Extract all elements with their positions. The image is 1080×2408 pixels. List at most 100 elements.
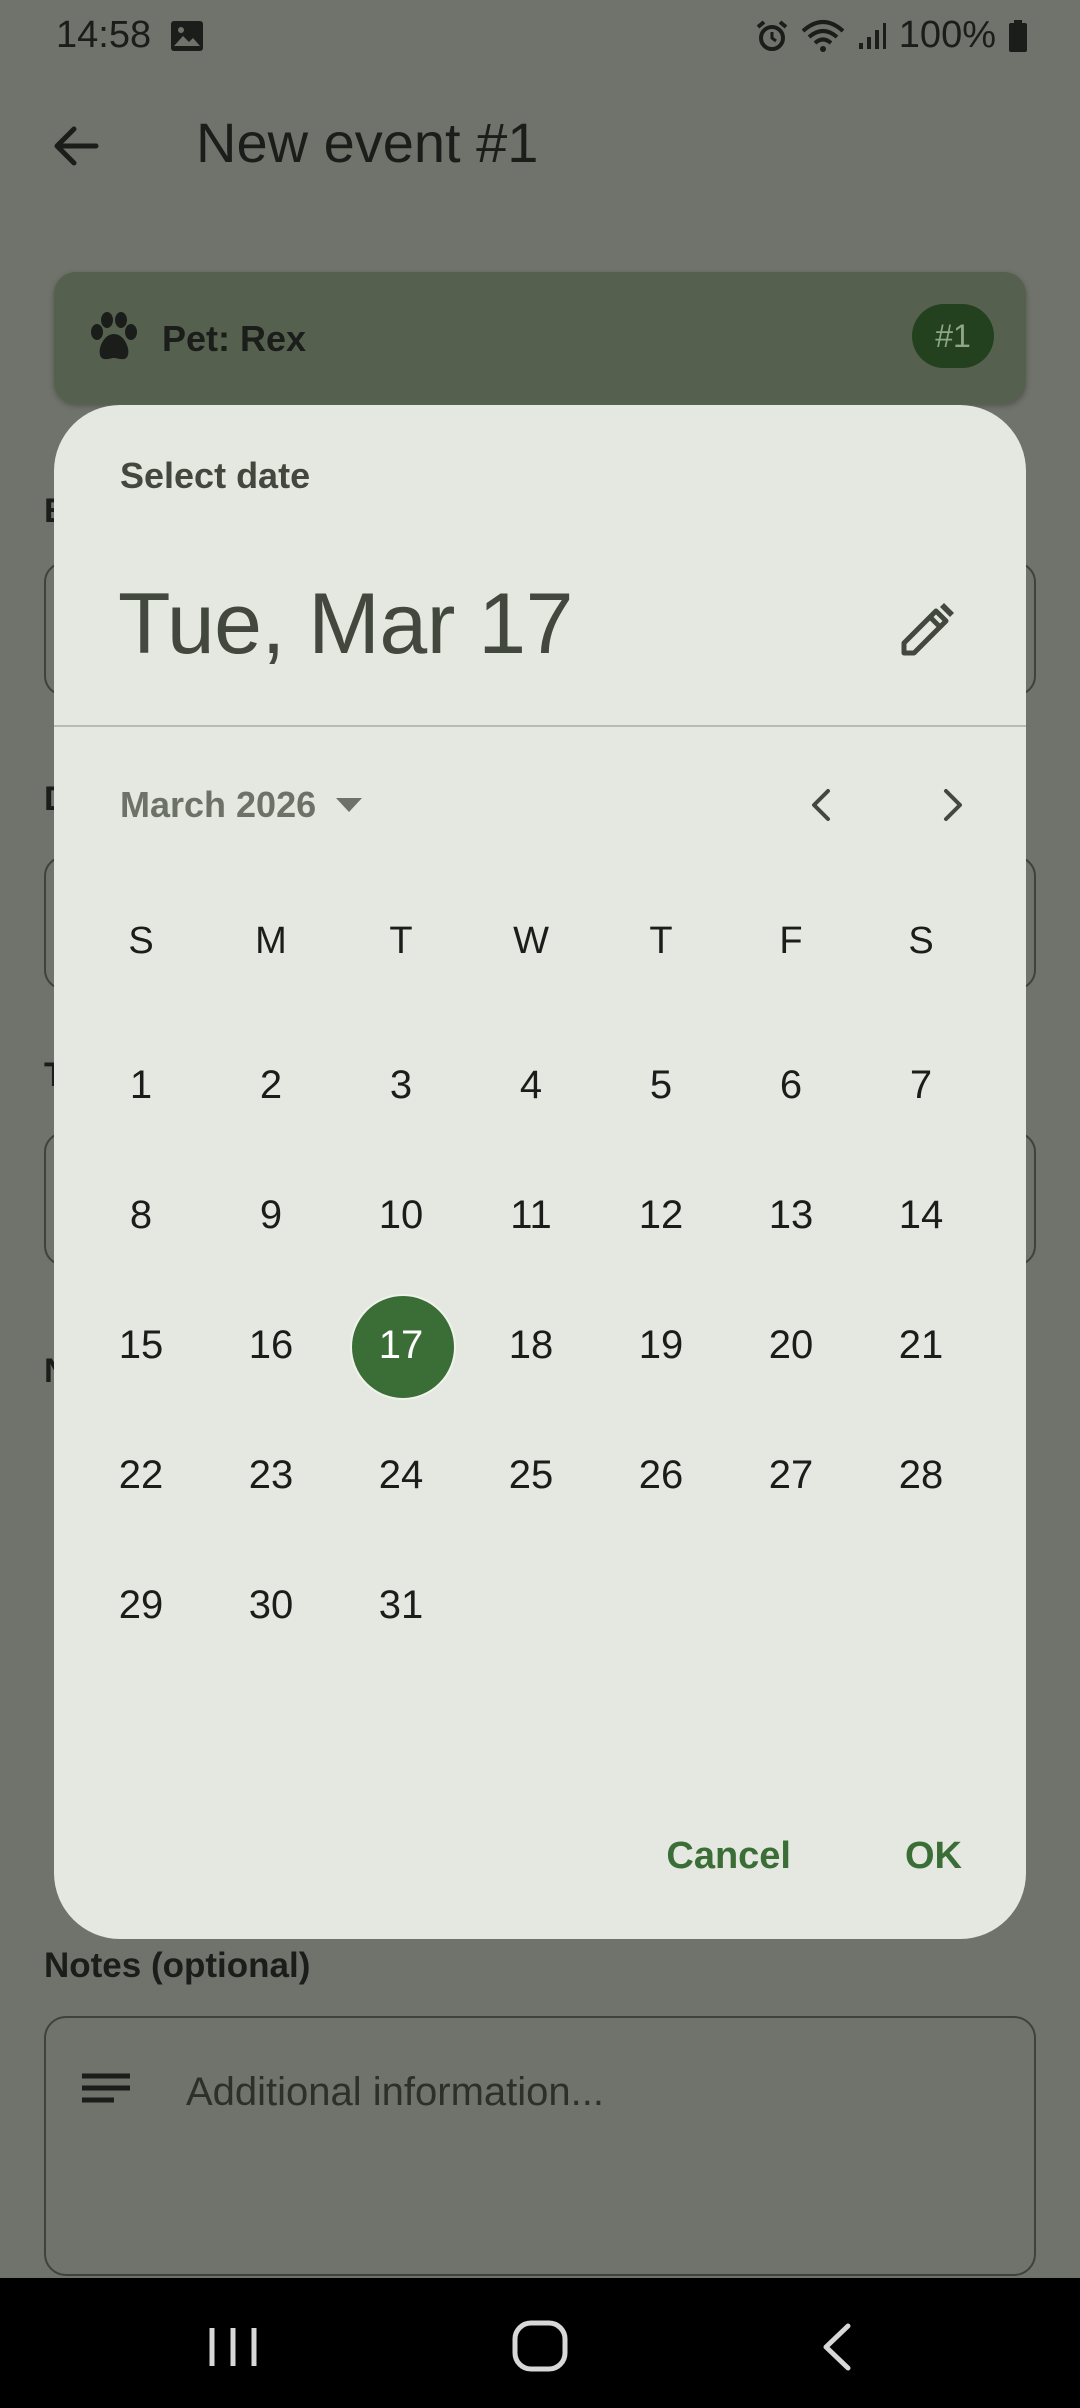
pet-card[interactable]: Pet: Rex #1 [54, 272, 1026, 404]
weekday-label: S [128, 919, 154, 962]
navigation-bar [0, 2278, 1080, 2408]
calendar-day[interactable]: 1 [76, 1020, 206, 1150]
cancel-button[interactable]: Cancel [666, 1835, 791, 1878]
calendar-day[interactable]: 10 [336, 1150, 466, 1280]
calendar-day-number: 21 [898, 1322, 944, 1367]
calendar-day-number: 3 [389, 1062, 413, 1107]
home-icon[interactable] [510, 2318, 570, 2374]
calendar-day-number: 1 [129, 1062, 153, 1107]
app-bar: New event #1 [0, 90, 1080, 190]
calendar-day[interactable]: 28 [856, 1410, 986, 1540]
next-month-icon[interactable] [920, 773, 984, 837]
calendar-day[interactable]: 13 [726, 1150, 856, 1280]
calendar-day[interactable]: 19 [596, 1280, 726, 1410]
calendar-day[interactable]: 9 [206, 1150, 336, 1280]
calendar-day-number: 16 [248, 1322, 294, 1367]
calendar-day-number: 17 [378, 1322, 424, 1367]
weekday-label: F [779, 919, 803, 962]
recents-icon[interactable] [206, 2322, 260, 2372]
calendar-day[interactable]: 22 [76, 1410, 206, 1540]
calendar-day[interactable]: 29 [76, 1540, 206, 1670]
calendar-day-number: 5 [649, 1062, 673, 1107]
calendar-day[interactable]: 2 [206, 1020, 336, 1150]
calendar-day[interactable]: 27 [726, 1410, 856, 1540]
calendar-day-number: 10 [378, 1192, 424, 1237]
battery-icon [1009, 19, 1027, 52]
calendar-day[interactable]: 5 [596, 1020, 726, 1150]
edit-pencil-icon[interactable] [890, 595, 962, 667]
calendar-day[interactable]: 11 [466, 1150, 596, 1280]
nav-back-icon[interactable] [814, 2320, 862, 2374]
calendar-day-number: 31 [378, 1582, 424, 1627]
wifi-icon [801, 19, 845, 52]
weekday-label: M [255, 919, 287, 962]
calendar-day[interactable]: 8 [76, 1150, 206, 1280]
calendar-day[interactable]: 6 [726, 1020, 856, 1150]
dialog-actions: Cancel OK [666, 1835, 962, 1878]
previous-month-icon[interactable] [790, 773, 854, 837]
calendar-day-number: 14 [898, 1192, 944, 1237]
calendar-day-number: 9 [259, 1192, 283, 1237]
calendar-day[interactable]: 7 [856, 1020, 986, 1150]
calendar-day[interactable]: 4 [466, 1020, 596, 1150]
calendar-day-selected[interactable]: 17 [336, 1280, 466, 1410]
signal-icon [858, 22, 886, 49]
gallery-icon [171, 21, 203, 51]
calendar-day-number: 27 [768, 1452, 814, 1497]
calendar-day[interactable]: 14 [856, 1150, 986, 1280]
calendar-day-number: 25 [508, 1452, 554, 1497]
calendar-day[interactable]: 12 [596, 1150, 726, 1280]
calendar-day[interactable]: 20 [726, 1280, 856, 1410]
notes-field[interactable]: Additional information... [44, 2016, 1036, 2276]
calendar-day[interactable]: 23 [206, 1410, 336, 1540]
calendar-day-number: 8 [129, 1192, 153, 1237]
notes-label: Notes (optional) [44, 1946, 311, 1985]
calendar-day-number: 18 [508, 1322, 554, 1367]
calendar-day[interactable]: 31 [336, 1540, 466, 1670]
month-year-label: March 2026 [120, 784, 317, 825]
alarm-icon [756, 19, 788, 51]
calendar-day[interactable]: 18 [466, 1280, 596, 1410]
calendar-day-number: 13 [768, 1192, 814, 1237]
dialog-headline: Select date [120, 455, 311, 496]
dialog-divider [54, 725, 1026, 727]
notes-lines-icon [82, 2073, 130, 2103]
calendar-day[interactable]: 3 [336, 1020, 466, 1150]
calendar-day-number: 22 [118, 1452, 164, 1497]
screen: 14:58 100% New event #1 Pet: Rex #1 Note… [0, 0, 1080, 2408]
selected-date-display: Tue, Mar 17 [118, 576, 573, 672]
calendar-day[interactable]: 21 [856, 1280, 986, 1410]
calendar-day-number: 15 [118, 1322, 164, 1367]
pet-label: Pet: Rex [162, 318, 307, 359]
battery-percent: 100% [898, 14, 996, 56]
back-arrow-icon[interactable] [40, 110, 112, 182]
calendar-day-number: 6 [779, 1062, 803, 1107]
calendar-day[interactable]: 24 [336, 1410, 466, 1540]
calendar-day[interactable]: 15 [76, 1280, 206, 1410]
weekday-label: T [389, 919, 413, 962]
calendar-day[interactable]: 30 [206, 1540, 336, 1670]
calendar-grid: 1 2 3 4 5 6 7 8 9 10 11 12 13 14 15 16 17 18 19 20 21 22 23 24 2… [76, 1025, 986, 1685]
date-picker-dialog: Select date Tue, Mar 17 March 2026 S M T W T… [54, 405, 1026, 1939]
status-bar: 14:58 100% [0, 0, 1080, 72]
calendar-day[interactable]: 25 [466, 1410, 596, 1540]
notes-placeholder: Additional information... [186, 2070, 605, 2114]
calendar-day[interactable]: 16 [206, 1280, 336, 1410]
calendar-day[interactable]: 26 [596, 1410, 726, 1540]
paw-icon [91, 312, 137, 360]
weekday-label: S [908, 919, 934, 962]
calendar-day-number: 24 [378, 1452, 424, 1497]
calendar-day-number: 11 [510, 1192, 552, 1237]
event-number-badge: #1 [912, 304, 994, 368]
calendar-day-number: 12 [638, 1192, 684, 1237]
calendar-day-number: 30 [248, 1582, 294, 1627]
status-time: 14:58 [56, 14, 152, 56]
calendar-day-number: 29 [118, 1582, 164, 1627]
calendar-day-number: 28 [898, 1452, 944, 1497]
status-icons: 100% [755, 14, 1028, 57]
calendar-day-number: 19 [638, 1322, 684, 1367]
month-year-selector[interactable]: March 2026 [120, 775, 364, 835]
calendar-day-number: 26 [638, 1452, 684, 1497]
calendar-day-number: 23 [248, 1452, 294, 1497]
ok-button[interactable]: OK [905, 1835, 962, 1878]
